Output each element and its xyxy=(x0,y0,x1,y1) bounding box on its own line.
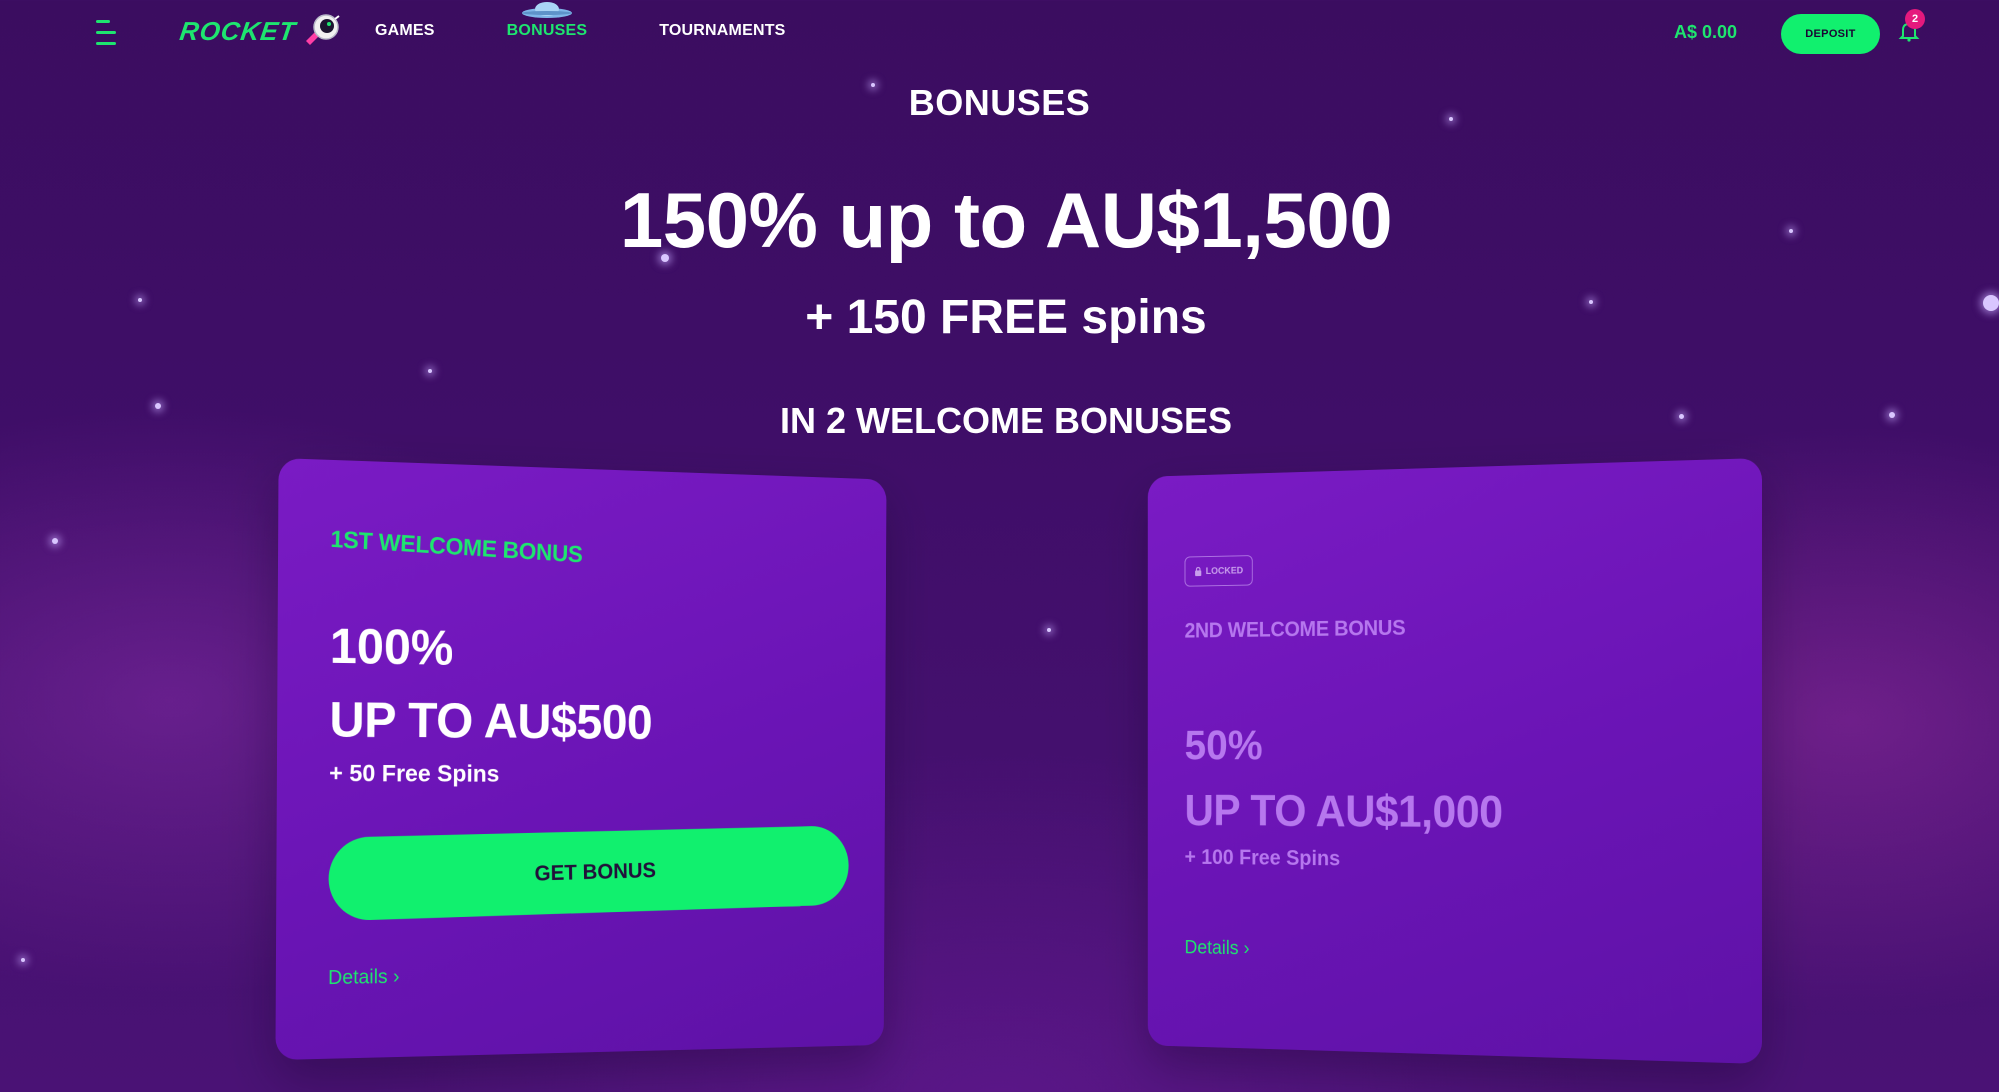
hamburger-menu-icon[interactable] xyxy=(96,20,118,46)
welcome-bonus-count: IN 2 WELCOME BONUSES xyxy=(779,400,1233,441)
nav-bonuses[interactable]: BONUSES xyxy=(506,2,588,40)
bonus-percent: 50% xyxy=(1184,722,1263,769)
account-balance[interactable]: A$ 0.00 xyxy=(1674,22,1737,43)
ufo-icon xyxy=(520,0,574,20)
nav-tournaments[interactable]: TOURNAMENTS xyxy=(659,22,785,40)
bonus-percent: 100% xyxy=(329,618,454,676)
bonus-free-spins: + 50 Free Spins xyxy=(329,760,500,788)
welcome-package-headline: 150% up to AU$1,500 xyxy=(619,176,1393,264)
bonus-details-link[interactable]: Details › xyxy=(328,966,399,990)
nav-games[interactable]: GAMES xyxy=(375,22,435,40)
welcome-package-free-spins: + 150 FREE spins xyxy=(805,291,1207,344)
first-welcome-bonus-card: 1ST WELCOME BONUS 100% UP TO AU$500 + 50… xyxy=(275,458,887,1061)
nav-bonuses-label: BONUSES xyxy=(506,22,588,39)
star xyxy=(428,369,432,373)
get-bonus-button[interactable]: GET BONUS xyxy=(328,825,850,922)
deposit-button[interactable]: DEPOSIT xyxy=(1781,14,1880,54)
bonus-amount: UP TO AU$1,000 xyxy=(1184,785,1503,837)
bonus-free-spins: + 100 Free Spins xyxy=(1184,844,1341,871)
notification-count-badge: 2 xyxy=(1905,9,1925,29)
bonus-details-link[interactable]: Details › xyxy=(1185,937,1250,960)
locked-badge: LOCKED xyxy=(1184,555,1253,587)
star xyxy=(21,958,25,962)
star xyxy=(52,538,58,544)
bonus-amount: UP TO AU$500 xyxy=(329,691,653,750)
bonus-card-label: 1ST WELCOME BONUS xyxy=(329,525,584,569)
site-logo[interactable]: ROCKET xyxy=(177,10,342,52)
star xyxy=(1047,628,1051,632)
top-navigation-bar: ROCKET GAMES BONUSES TOURNAMENTS A$ 0.00… xyxy=(0,0,1999,66)
locked-label: LOCKED xyxy=(1205,565,1244,577)
second-welcome-bonus-card: LOCKED 2ND WELCOME BONUS 50% UP TO AU$1,… xyxy=(1147,458,1762,1064)
main-nav: GAMES BONUSES TOURNAMENTS xyxy=(375,2,786,40)
bonus-card-label: 2ND WELCOME BONUS xyxy=(1184,615,1406,643)
logo-text: ROCKET xyxy=(177,15,298,46)
lock-icon xyxy=(1194,567,1202,577)
astronaut-icon xyxy=(302,11,342,51)
page-title: BONUSES xyxy=(908,82,1091,123)
